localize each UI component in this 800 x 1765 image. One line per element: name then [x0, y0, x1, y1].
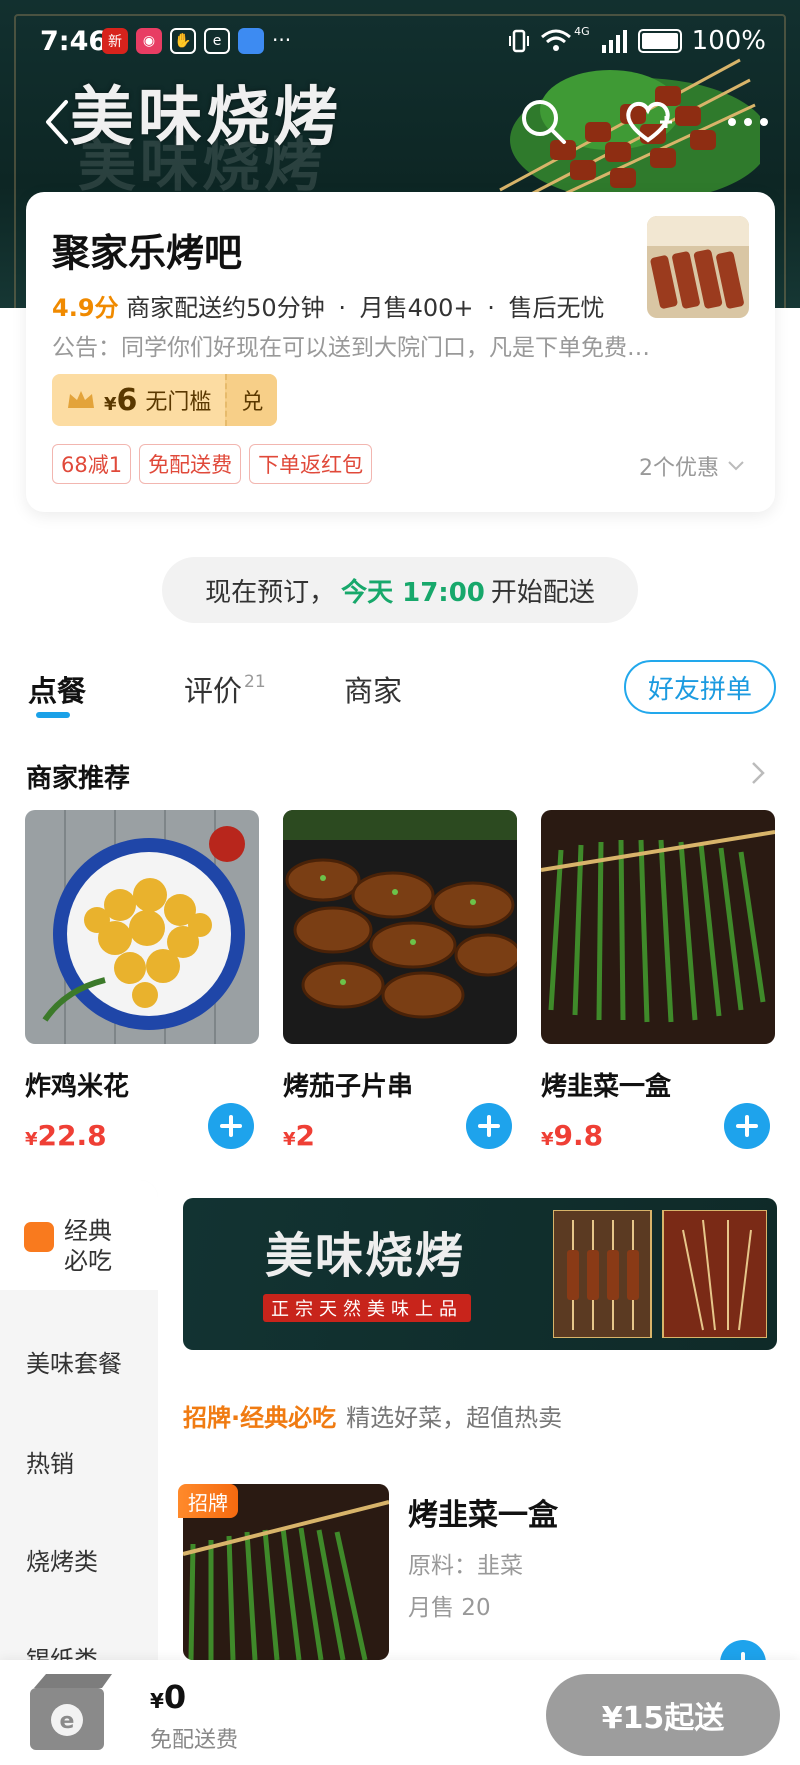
vibrate-icon — [509, 29, 530, 53]
recommended-item[interactable]: 炸鸡米花 ¥22.8 — [25, 810, 259, 1152]
promo-tag: 下单返红包 — [249, 444, 373, 484]
tab-reviews-label: 评价 — [184, 674, 243, 708]
sidebar-item-foil[interactable]: 锡纸类 — [26, 1640, 98, 1660]
popcorn-chicken-image — [25, 810, 259, 1044]
checkout-bar: e ¥0 免配送费 ¥15起送 — [0, 1660, 800, 1765]
sidebar-item-combo[interactable]: 美味套餐 — [26, 1344, 122, 1379]
section-header: 招牌·经典必吃 精选好菜，超值热卖 — [183, 1398, 562, 1433]
svg-text:e: e — [60, 1709, 75, 1734]
tab-order[interactable]: 点餐 — [28, 668, 86, 710]
monthly-sales: 月售400+ — [359, 294, 474, 322]
category-banner: 美味烧烤 正宗天然美味上品 — [183, 1198, 777, 1350]
product-ingredients: 原料：韭菜 — [408, 1553, 523, 1579]
cart-box-icon[interactable]: e — [24, 1666, 120, 1756]
status-app-icons: 新 ◉ ✋ e ··· — [102, 28, 291, 54]
grilled-chives-image — [540, 810, 776, 1044]
app-shield-icon: ✋ — [170, 28, 196, 54]
product-monthly-sales: 月售 20 — [408, 1595, 491, 1621]
shop-meta: 4.9分 商家配送约50分钟 · 月售400+ · 售后无忧 — [52, 288, 604, 323]
promo-tag: 免配送费 — [139, 444, 242, 484]
more-promos-button[interactable]: 2个优惠 — [639, 450, 745, 482]
reviews-count-badge: 21 — [244, 672, 266, 692]
add-to-cart-button[interactable] — [466, 1103, 512, 1149]
status-time: 7:46 — [40, 26, 108, 57]
thumbs-up-icon — [24, 1222, 54, 1252]
preorder-prefix: 现在预订， — [205, 577, 336, 608]
more-notifications-icon: ··· — [272, 28, 292, 52]
battery-percent: 100% — [691, 26, 766, 56]
signal-icon — [601, 30, 627, 53]
sidebar-item-label: 经典必吃 — [64, 1217, 112, 1275]
friend-group-order-button[interactable]: 好友拼单 — [624, 660, 776, 714]
after-sale: 售后无忧 — [508, 294, 605, 322]
section-highlight: 招牌·经典必吃 — [183, 1404, 337, 1432]
category-banner-subtitle: 正宗天然美味上品 — [263, 1294, 471, 1322]
chevron-down-icon — [728, 461, 744, 471]
sidebar-item-hot[interactable]: 热销 — [26, 1444, 74, 1479]
coupon-exchange-button[interactable]: 兑 — [225, 374, 278, 426]
back-icon[interactable] — [38, 92, 78, 152]
preorder-time: 今天 17:00 — [341, 577, 485, 608]
app-eleme-icon: e — [204, 28, 230, 54]
app-blue-icon — [238, 28, 264, 54]
more-promos-label: 2个优惠 — [639, 456, 719, 481]
add-to-cart-button[interactable] — [208, 1103, 254, 1149]
preorder-suffix: 开始配送 — [490, 577, 595, 608]
coupon-card[interactable]: ¥6 无门槛 兑 — [52, 374, 278, 426]
category-sidebar: 经典必吃 美味套餐 热销 烧烤类 锡纸类 — [0, 1180, 158, 1660]
shop-notice[interactable]: 公告：同学你们好现在可以送到大院门口，凡是下单免费… — [52, 328, 742, 362]
battery-icon — [637, 29, 682, 53]
meta-separator: · — [487, 294, 495, 322]
shop-thumbnail[interactable] — [647, 216, 749, 318]
shop-name: 聚家乐烤吧 — [52, 231, 243, 275]
minimum-order-button[interactable]: ¥15起送 — [546, 1674, 780, 1756]
crown-icon — [68, 391, 94, 408]
preorder-notice: 现在预订， 今天 17:00 开始配送 — [162, 557, 638, 623]
section-description: 精选好菜，超值热卖 — [346, 1404, 563, 1432]
shop-info-card: 聚家乐烤吧 4.9分 商家配送约50分钟 · 月售400+ · 售后无忧 公告：… — [26, 192, 775, 512]
recommended-item[interactable]: 烤茄子片串 ¥2 — [283, 810, 522, 1152]
coupon-amount: ¥6 — [104, 382, 138, 418]
search-icon[interactable] — [514, 92, 574, 152]
recommended-title: 商家推荐 — [26, 764, 131, 794]
signature-badge: 招牌 — [178, 1484, 238, 1518]
grilled-eggplant-image — [283, 810, 522, 1044]
recommended-item-name: 炸鸡米花 — [25, 1072, 130, 1102]
cart-total: ¥0 — [150, 1678, 187, 1716]
more-icon[interactable] — [718, 92, 778, 152]
free-delivery-label: 免配送费 — [150, 1728, 239, 1753]
chevron-right-icon[interactable] — [748, 758, 768, 788]
recommended-item[interactable]: 烤韭菜一盒 ¥9.8 — [540, 810, 776, 1152]
banner-food-images — [553, 1210, 767, 1338]
app-shop-icon: ◉ — [136, 28, 162, 54]
promo-tags: 68减1 免配送费 下单返红包 — [52, 444, 373, 484]
network-type-label: 4G — [574, 24, 590, 38]
recommended-item-name: 烤茄子片串 — [283, 1072, 414, 1102]
shop-rating: 4.9分 — [52, 294, 119, 322]
sidebar-item-bbq[interactable]: 烧烤类 — [26, 1542, 98, 1577]
add-to-cart-button[interactable] — [724, 1103, 770, 1149]
tab-merchant[interactable]: 商家 — [344, 668, 402, 710]
category-banner-title: 美味烧烤 — [265, 1228, 466, 1284]
tab-bar: 点餐 评价 21 商家 好友拼单 — [0, 660, 800, 724]
active-tab-indicator — [36, 712, 70, 718]
status-bar: 7:46 新 ◉ ✋ e ··· 4G 100% — [0, 0, 800, 84]
coupon-condition: 无门槛 — [145, 390, 212, 415]
coupon-main: ¥6 无门槛 — [52, 374, 225, 426]
app-news-icon: 新 — [102, 28, 128, 54]
status-right: 4G 100% — [508, 24, 766, 56]
promo-tag: 68减1 — [52, 444, 132, 484]
tab-reviews[interactable]: 评价 21 — [184, 668, 266, 710]
sidebar-item-classic[interactable]: 经典必吃 — [0, 1180, 158, 1290]
wifi-icon — [541, 29, 572, 51]
favorite-icon[interactable] — [618, 92, 678, 152]
product-name[interactable]: 烤韭菜一盒 — [408, 1490, 558, 1534]
recommended-item-name: 烤韭菜一盒 — [541, 1072, 672, 1102]
delivery-time: 商家配送约50分钟 — [126, 294, 325, 322]
meta-separator: · — [338, 294, 346, 322]
